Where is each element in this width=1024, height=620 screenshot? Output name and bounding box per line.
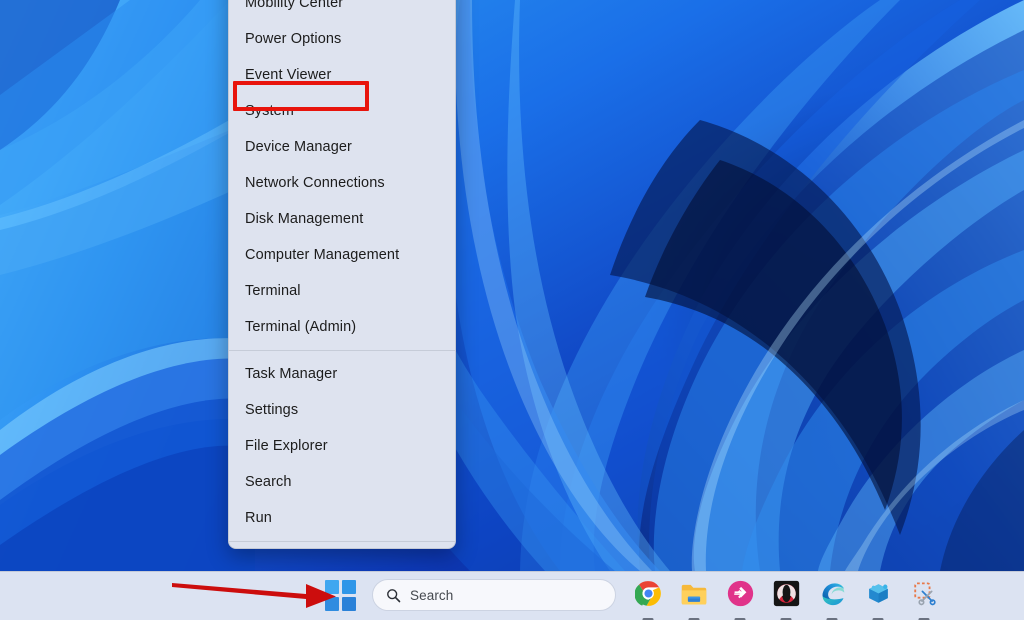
taskbar-app-snipping-tool[interactable] [901,572,947,620]
context-menu-item-terminal-admin[interactable]: Terminal (Admin) [229,309,455,345]
context-menu-item-label: Network Connections [245,175,385,191]
context-menu-item-label: Computer Management [245,247,400,263]
folder-icon [680,580,708,608]
context-menu-separator [229,541,455,542]
context-menu-item-task-manager[interactable]: Task Manager [229,356,455,392]
edge-icon [818,580,846,608]
context-menu-item-label: File Explorer [245,438,328,454]
search-icon [386,588,401,603]
taskbar-app-icons [625,572,947,620]
start-button[interactable] [325,580,356,611]
taskbar-app-file-explorer[interactable] [671,572,717,620]
context-menu-item-terminal[interactable]: Terminal [229,273,455,309]
search-placeholder-text: Search [410,587,454,603]
context-menu-item-computer-management[interactable]: Computer Management [229,237,455,273]
context-menu-item-search[interactable]: Search [229,464,455,500]
win-x-context-menu[interactable]: Apps and FeaturesMobility CenterPower Op… [228,0,456,549]
store-icon [864,580,892,608]
context-menu-list: Apps and FeaturesMobility CenterPower Op… [229,0,455,548]
desktop-wallpaper [0,0,1024,571]
context-menu-item-label: Event Viewer [245,67,332,83]
context-menu-item-power-options[interactable]: Power Options [229,21,455,57]
context-menu-item-label: Power Options [245,31,342,47]
pinterest-icon [726,580,754,608]
context-menu-item-disk-management[interactable]: Disk Management [229,201,455,237]
start-tile-3 [325,597,339,611]
context-menu-item-device-manager[interactable]: Device Manager [229,129,455,165]
start-tile-1 [325,580,339,594]
taskbar-app-edge[interactable] [809,572,855,620]
context-menu-item-label: Search [245,474,292,490]
taskbar-app-pinterest[interactable] [717,572,763,620]
start-tile-2 [342,580,356,594]
context-menu-item-label: Terminal [245,283,301,299]
context-menu-item-shut-down-or-sign-out[interactable]: Shut down or sign out› [229,547,455,548]
context-menu-item-label: System [245,103,294,119]
context-menu-item-settings[interactable]: Settings [229,392,455,428]
context-menu-item-label: Terminal (Admin) [245,319,357,335]
taskbar-app-microsoft-store[interactable] [855,572,901,620]
context-menu-item-network-connections[interactable]: Network Connections [229,165,455,201]
context-menu-item-label: Disk Management [245,211,364,227]
context-menu-item-run[interactable]: Run [229,500,455,536]
taskbar-search-box[interactable]: Search [372,579,616,611]
context-menu-item-label: Mobility Center [245,0,344,11]
chevron-right-icon: › [429,547,433,548]
opera-gx-icon [772,580,800,608]
desktop-screen: Apps and FeaturesMobility CenterPower Op… [0,0,1024,620]
start-tile-4 [342,597,356,611]
context-menu-item-label: Task Manager [245,366,338,382]
snipping-tool-icon [910,580,938,608]
chrome-icon [634,580,662,608]
context-menu-item-system[interactable]: System [229,93,455,129]
context-menu-item-label: Run [245,510,272,526]
taskbar-app-opera-gx[interactable] [763,572,809,620]
context-menu-separator [229,350,455,351]
context-menu-item-event-viewer[interactable]: Event Viewer [229,57,455,93]
context-menu-item-mobility-center[interactable]: Mobility Center [229,0,455,21]
context-menu-item-label: Device Manager [245,139,352,155]
context-menu-item-label: Settings [245,402,299,418]
taskbar-app-chrome[interactable] [625,572,671,620]
context-menu-item-file-explorer[interactable]: File Explorer [229,428,455,464]
